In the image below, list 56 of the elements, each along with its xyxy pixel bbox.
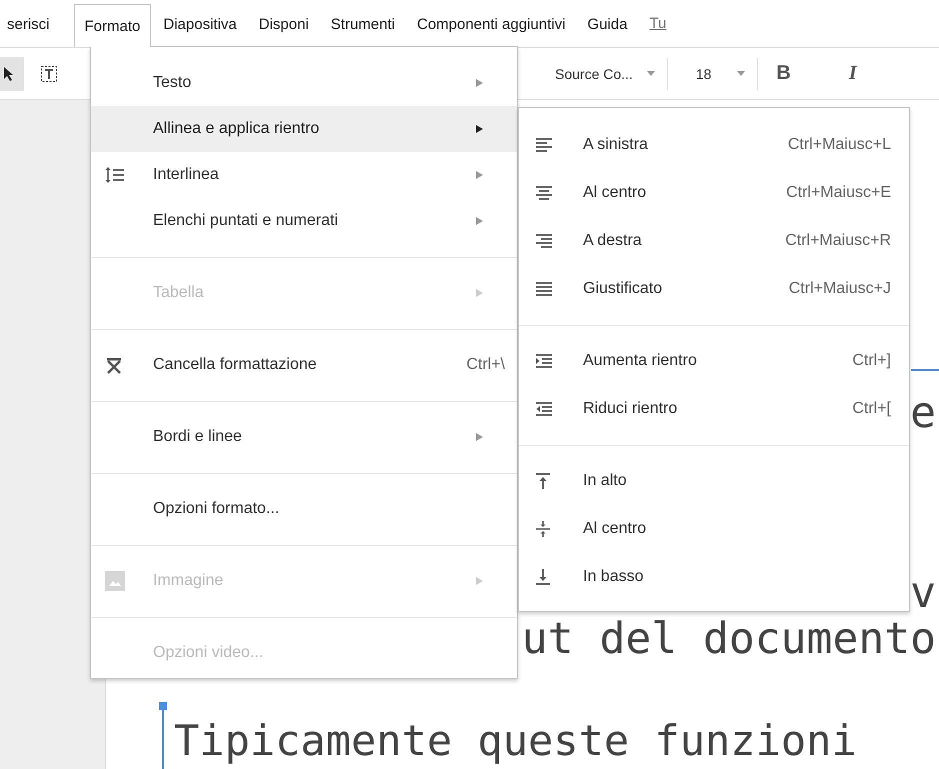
menu-item[interactable]: Elenchi puntati e numerati (91, 198, 517, 244)
menu-item[interactable]: Interlinea (91, 152, 517, 198)
bold-button[interactable]: B (766, 62, 801, 85)
slide-text: Tipicamente queste funzioni (174, 716, 857, 765)
menu-item[interactable]: A sinistra Ctrl+Maiusc+L (519, 121, 909, 169)
cursor-arrow-icon (3, 66, 15, 82)
align-center-icon (536, 186, 552, 200)
menu-bar-item[interactable]: serisci (0, 0, 60, 47)
submenu-arrow-icon (476, 433, 483, 441)
indent-decrease-icon (536, 402, 552, 416)
text-box[interactable]: Tipicamente queste funzioni (162, 702, 939, 769)
menu-item[interactable]: Riduci rientro Ctrl+[ (519, 385, 909, 433)
menu-bar-item[interactable]: Disponi (248, 0, 319, 47)
align-left-icon (536, 138, 552, 152)
resize-handle[interactable] (159, 702, 167, 710)
menu-bar-item[interactable]: Diapositiva (153, 0, 247, 47)
image-icon (105, 571, 125, 591)
caret-icon (646, 71, 655, 76)
submenu-arrow-icon (476, 289, 483, 297)
menu-item[interactable]: Al centro (519, 505, 909, 553)
submenu-arrow-icon (476, 171, 483, 179)
align-bottom-icon (536, 569, 550, 585)
italic-button[interactable]: I (838, 62, 867, 85)
menu-item[interactable]: Bordi e linee (91, 414, 517, 460)
font-size-dropdown[interactable]: 18 (668, 58, 758, 88)
line-spacing-icon (105, 166, 125, 184)
menu-item[interactable]: Aumenta rientro Ctrl+] (519, 337, 909, 385)
menu-bar-item[interactable]: Formato (74, 4, 152, 47)
menu-item[interactable]: In basso (519, 553, 909, 601)
menu-item[interactable]: Al centro Ctrl+Maiusc+E (519, 169, 909, 217)
menu-item[interactable]: Cancella formattazione Ctrl+\ (91, 342, 517, 388)
submenu-arrow-icon (476, 217, 483, 225)
menu-bar-item[interactable]: Componenti aggiuntivi (406, 0, 576, 47)
caret-icon (737, 71, 746, 76)
save-status-link[interactable]: Tu (639, 0, 666, 47)
submenu-arrow-icon (476, 79, 483, 87)
submenu-arrow-icon (476, 577, 483, 585)
clear-formatting-icon (105, 356, 123, 374)
justify-icon (536, 282, 552, 296)
menu-item[interactable]: Giustificato Ctrl+Maiusc+J (519, 265, 909, 313)
menu-item[interactable]: Allinea e applica rientro (91, 106, 517, 152)
align-middle-icon (536, 521, 550, 537)
indent-increase-icon (536, 354, 552, 368)
menu-item[interactable]: Opzioni formato... (91, 486, 517, 532)
submenu-arrow-icon (476, 125, 483, 133)
menu-item[interactable]: A destra Ctrl+Maiusc+R (519, 217, 909, 265)
select-tool[interactable] (0, 56, 24, 90)
menu-bar-item[interactable]: Strumenti (320, 0, 405, 47)
menu-item[interactable]: Testo (91, 60, 517, 106)
align-right-icon (536, 234, 552, 248)
menu-item[interactable]: In alto (519, 457, 909, 505)
menu-bar-item[interactable]: Guida (577, 0, 638, 47)
align-top-icon (536, 473, 550, 489)
slide-text: e (910, 388, 936, 438)
text-box-icon (40, 64, 58, 82)
font-dropdown[interactable]: Source Co... (515, 58, 667, 88)
